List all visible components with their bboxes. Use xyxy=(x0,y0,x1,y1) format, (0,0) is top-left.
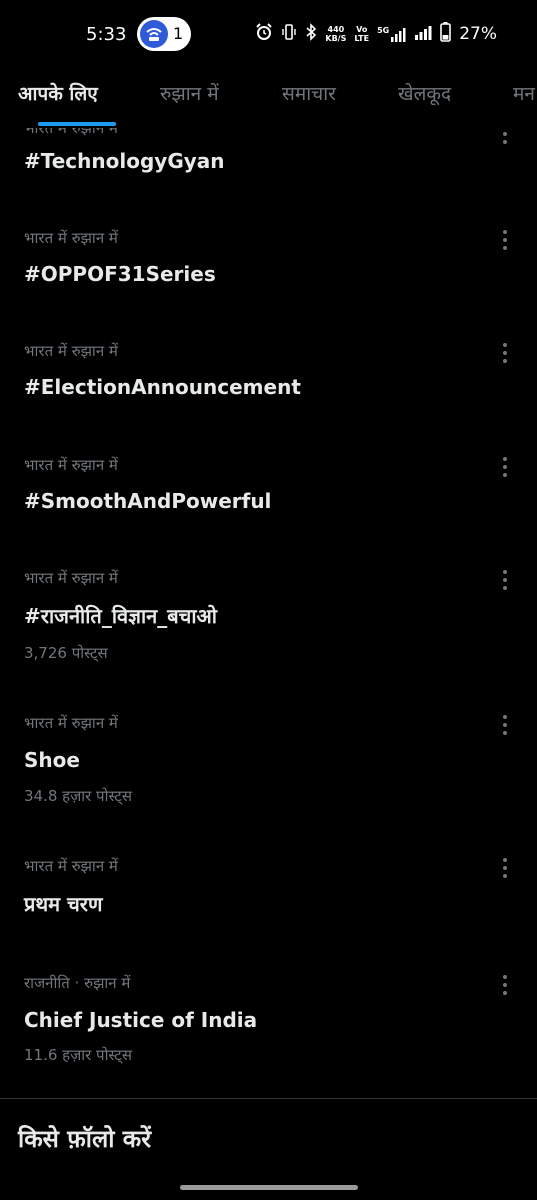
trend-item[interactable]: भारत में रुझान में प्रथम चरण xyxy=(0,856,537,956)
more-options-icon[interactable] xyxy=(495,973,515,997)
network-type: 5G xyxy=(377,26,390,35)
trend-item[interactable]: #TechnologyGyan xyxy=(0,124,537,218)
signal-icon xyxy=(414,24,432,45)
trend-item[interactable]: भारत में रुझान में #SmoothAndPowerful xyxy=(0,455,537,555)
bluetooth-icon xyxy=(305,22,317,46)
more-options-icon[interactable] xyxy=(495,568,515,592)
net-speed: 440 KB/S xyxy=(325,25,346,43)
tab-sports[interactable]: खेलकूद xyxy=(398,80,451,106)
vibrate-icon xyxy=(281,23,297,46)
net-speed-value: 440 xyxy=(327,25,345,34)
tab-entertainment[interactable]: मन xyxy=(513,80,535,106)
tab-trending[interactable]: रुझान में xyxy=(160,80,219,106)
trend-title: #TechnologyGyan xyxy=(24,149,225,173)
battery-icon xyxy=(440,21,452,47)
status-time: 5:33 xyxy=(86,24,127,45)
volte-top: Vo xyxy=(356,25,368,34)
trend-context: भारत में रुझान में xyxy=(24,342,118,360)
trend-context: भारत में रुझान में xyxy=(24,714,118,732)
trend-context: भारत में रुझान में xyxy=(24,857,118,875)
trend-context: भारत में रुझान में xyxy=(24,569,118,587)
more-options-icon[interactable] xyxy=(495,713,515,737)
status-bar: 5:33 1 440 KB/S Vo LTE 5G 27% xyxy=(0,0,537,70)
more-options-icon[interactable] xyxy=(495,856,515,880)
net-speed-unit: KB/S xyxy=(325,34,347,43)
hotspot-count: 1 xyxy=(173,24,184,43)
battery-percent: 27% xyxy=(459,24,497,44)
status-icons: 440 KB/S Vo LTE 5G 27% xyxy=(255,20,497,48)
who-to-follow-heading: किसे फ़ॉलो करें xyxy=(18,1125,152,1153)
active-tab-indicator xyxy=(38,122,116,126)
trend-item[interactable]: राजनीति · रुझान में Chief Justice of Ind… xyxy=(0,973,537,1083)
section-divider xyxy=(0,1098,537,1099)
alarm-icon xyxy=(255,22,273,46)
trend-title: Shoe xyxy=(24,748,80,772)
more-options-icon[interactable] xyxy=(495,455,515,479)
trend-item[interactable]: भारत में रुझान में Shoe 34.8 हज़ार पोस्ट… xyxy=(0,713,537,833)
trend-context: भारत में रुझान में xyxy=(24,229,118,247)
trend-post-count: 34.8 हज़ार पोस्ट्स xyxy=(24,787,132,805)
explore-tabs: आपके लिए रुझान में समाचार खेलकूद मन xyxy=(0,70,537,128)
volte-icon: Vo LTE xyxy=(354,25,369,43)
trend-context: राजनीति · रुझान में xyxy=(24,974,131,992)
trend-item[interactable]: भारत में रुझान में #OPPOF31Series xyxy=(0,228,537,328)
trend-post-count: 11.6 हज़ार पोस्ट्स xyxy=(24,1046,132,1064)
signal-5g-icon: 5G xyxy=(377,26,406,42)
trend-context: भारत में रुझान में xyxy=(24,456,118,474)
tab-news[interactable]: समाचार xyxy=(282,80,336,106)
more-options-icon[interactable] xyxy=(495,228,515,252)
trend-title: #ElectionAnnouncement xyxy=(24,375,301,399)
trend-post-count: 3,726 पोस्ट्स xyxy=(24,644,108,662)
trend-title: #OPPOF31Series xyxy=(24,262,216,286)
trend-title: #SmoothAndPowerful xyxy=(24,489,272,513)
trends-list: भारत में रुझान में #TechnologyGyan भारत … xyxy=(0,0,537,1200)
trend-title: प्रथम चरण xyxy=(24,892,103,916)
hotspot-chip[interactable]: 1 xyxy=(137,17,191,51)
home-indicator[interactable] xyxy=(180,1185,358,1190)
trend-item[interactable]: भारत में रुझान में #राजनीति_विज्ञान_बचाओ… xyxy=(0,568,537,688)
tab-for-you[interactable]: आपके लिए xyxy=(18,80,98,106)
trend-title: Chief Justice of India xyxy=(24,1008,258,1032)
volte-bottom: LTE xyxy=(354,34,370,43)
hotspot-icon xyxy=(140,20,168,48)
more-options-icon[interactable] xyxy=(495,341,515,365)
trend-item[interactable]: भारत में रुझान में #ElectionAnnouncement xyxy=(0,341,537,441)
trend-title: #राजनीति_विज्ञान_बचाओ xyxy=(24,604,217,628)
